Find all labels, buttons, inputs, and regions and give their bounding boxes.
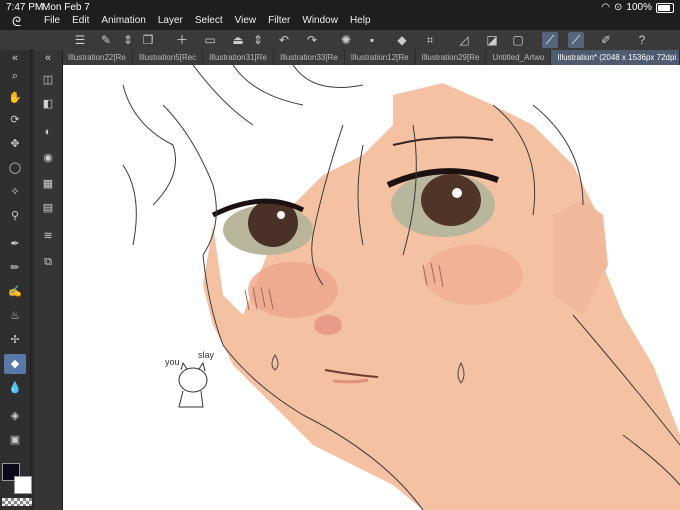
pen-icon[interactable]: ✒ [7,236,23,252]
lasso-icon[interactable]: ◯ [7,160,23,176]
ruler-icon[interactable]: ◿ [456,32,472,48]
sub-color-swatch[interactable] [14,476,32,494]
tool-palette: « ⌕ ✋ ⟳ ✥ ◯ ✧ ⚲ ✒ ✏ ✍ ♨ ✢ ◆ 💧 ◈ ▣ [0,50,31,510]
tab-illustration-active[interactable]: Illustration* (2048 x 1536px 72dpi 231.0… [551,50,680,65]
drawing-canvas[interactable]: you slay [63,65,680,510]
zoom-icon[interactable]: ⌕ [7,68,23,84]
gradient-icon[interactable]: ▣ [7,432,23,448]
redo-icon[interactable]: ↷ [304,32,320,48]
palette-collapse-icon[interactable]: « [7,50,23,66]
clear-icon[interactable]: ▪ [364,32,380,48]
menu-filter[interactable]: Filter [262,15,296,26]
pencil-icon[interactable]: ✏ [7,260,23,276]
new-file-icon[interactable]: ＋ [174,32,190,48]
undo-icon[interactable]: ↶ [276,32,292,48]
menu-window[interactable]: Window [296,15,344,26]
menu-file[interactable]: File [38,15,66,26]
doodle-text-you: you [165,357,180,367]
wifi-icon: ◠ [601,2,611,13]
sub-tool-palette: « ◫ ◧ ◐ ◉ ▦ ▤ ≋ ⧉ [34,50,63,510]
menu-edit[interactable]: Edit [66,15,95,26]
menu-view[interactable]: View [229,15,263,26]
snap-curve-icon[interactable]: ⟋ [568,32,584,48]
rotate-icon[interactable]: ⟳ [7,112,23,128]
command-bar: ☰ ✎ ⇕ ❐ ＋ ▭ ⏏ ⇕ ↶ ↷ ✺ ▪ ◆ ⌗ ◿ ◪ ▢ ⟋ ⟋ ✐ … [0,30,680,51]
lock-rotation-icon: ⊙ [614,2,623,13]
doodle-text-slay: slay [198,350,215,360]
crop-icon[interactable]: ⌗ [422,32,438,48]
battery-icon [656,2,674,13]
save-icon[interactable]: ⏏ [230,32,246,48]
right-iris [421,174,481,226]
status-indicators: ◠ ⊙ 100% [601,2,674,13]
snap-line-icon[interactable]: ⟋ [542,32,558,48]
layers-icon[interactable]: ≋ [40,228,56,244]
cat-doodle [178,361,208,408]
clip-studio-logo-icon[interactable]: ᘓ [12,14,26,29]
tab-illustration29[interactable]: Illustration29[Re [416,50,487,65]
snap-grid-icon[interactable]: ▢ [510,32,526,48]
artwork: you slay [122,65,680,510]
tab-untitled-artwork[interactable]: Untitled_Artwo [486,50,552,65]
decoration-icon[interactable]: ✢ [7,332,23,348]
status-date: Mon Feb 7 [42,2,90,13]
open-folder-icon[interactable]: ▭ [202,32,218,48]
transparent-color-swatch[interactable] [2,498,32,506]
hamburger-icon[interactable]: ☰ [72,32,88,48]
spinner-icon[interactable]: ✺ [338,32,354,48]
menu-help[interactable]: Help [344,15,377,26]
document-tabs: Illustration22[Re Illustration5[Rec Illu… [62,50,680,65]
tab-illustration31[interactable]: Illustration31[Re [203,50,274,65]
tab-illustration33[interactable]: Illustration33[Re [274,50,345,65]
layer-fill-all-icon[interactable]: ◐ [40,124,56,140]
snap-icon[interactable]: ◪ [484,32,500,48]
tab-illustration12[interactable]: Illustration12[Re [345,50,416,65]
right-eye-highlight [452,188,462,198]
menu-layer[interactable]: Layer [152,15,189,26]
battery-percent: 100% [626,2,652,13]
copy-icon[interactable]: ❐ [140,32,156,48]
left-eye-highlight [277,211,285,219]
nose-shade [314,315,342,335]
layer-clear-icon[interactable]: ◧ [40,96,56,112]
layer-search-icon[interactable]: ⧉ [40,254,56,270]
pen-pressure-icon[interactable]: ✐ [598,32,614,48]
color-set-icon[interactable]: ▦ [40,176,56,192]
tab-illustration22[interactable]: Illustration22[Re [62,50,133,65]
new-canvas-icon[interactable]: ✎ [98,32,114,48]
layer-property-icon[interactable]: ◉ [40,150,56,166]
expand-icon[interactable]: « [40,50,56,66]
navigator-icon[interactable]: ▤ [40,200,56,216]
eraser-icon[interactable]: ◆ [4,354,26,374]
status-time: 7:47 PM [6,2,44,13]
layer-fill-icon[interactable]: ◫ [40,72,56,88]
main-menu: File Edit Animation Layer Select View Fi… [38,15,377,26]
fill-icon[interactable]: ◈ [7,408,23,424]
menu-select[interactable]: Select [189,15,229,26]
magic-wand-icon[interactable]: ✧ [7,184,23,200]
chevron-updown-icon[interactable]: ⇕ [120,32,136,48]
help-icon[interactable]: ? [634,32,650,48]
brush-icon[interactable]: ✍ [7,284,23,300]
tab-illustration5[interactable]: Illustration5[Rec [133,50,204,65]
fill-icon[interactable]: ◆ [394,32,410,48]
eyedropper-icon[interactable]: ⚲ [7,208,23,224]
hand-icon[interactable]: ✋ [7,90,23,106]
right-blush [423,245,523,305]
menu-animation[interactable]: Animation [95,15,151,26]
blend-icon[interactable]: 💧 [7,380,23,396]
airbrush-icon[interactable]: ♨ [7,308,23,324]
chevron-updown-icon[interactable]: ⇕ [250,32,266,48]
move-icon[interactable]: ✥ [7,136,23,152]
